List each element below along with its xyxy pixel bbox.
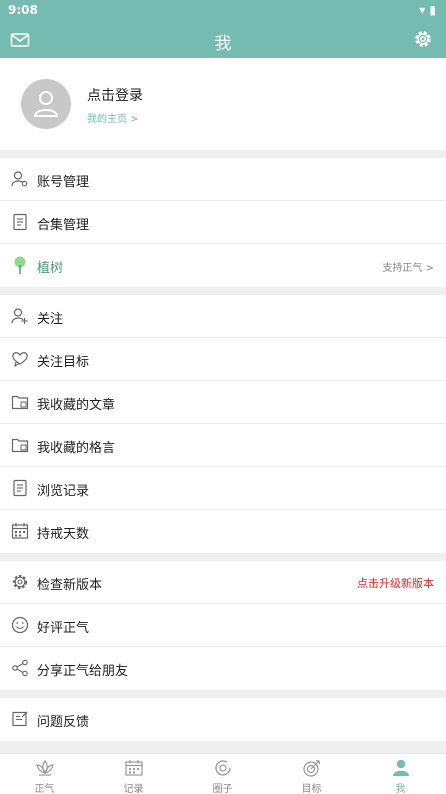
menu-item-label: 我收藏的文章: [37, 398, 116, 413]
menu-item-label: 检查新版本: [37, 578, 103, 593]
menu-item-saved-articles[interactable]: 我收藏的文章: [0, 381, 446, 424]
lotus-icon: [36, 759, 54, 776]
menu-item-label: 关注: [37, 312, 64, 327]
menu-item-share-app[interactable]: 分享正气给朋友: [0, 647, 446, 690]
menu-item-feedback[interactable]: 问题反馈: [0, 698, 446, 741]
account-icon: [11, 171, 28, 187]
menu-item-browse-history[interactable]: 浏览记录: [0, 467, 446, 510]
menu-group-app: 检查新版本 点击升级新版本 好评正气 分享正气给朋友: [0, 561, 446, 690]
target-icon: [303, 759, 321, 777]
avatar[interactable]: [21, 79, 71, 129]
menu-item-label: 账号管理: [37, 175, 90, 190]
gear-icon[interactable]: [412, 28, 434, 50]
menu-item-follow[interactable]: 关注: [0, 295, 446, 338]
menu-group-feedback: 问题反馈: [0, 698, 446, 741]
share-icon: [12, 659, 28, 677]
status-indicators: ▾ ▮: [419, 3, 436, 17]
document-icon: [13, 479, 27, 497]
tab-circle[interactable]: 圈子: [178, 754, 267, 794]
support-link[interactable]: 支持正气 >: [382, 259, 434, 274]
menu-item-label: 关注目标: [37, 355, 90, 370]
tab-label: 记录: [123, 784, 144, 794]
menu-item-label: 我收藏的格言: [37, 441, 116, 456]
menu-group-account: 账号管理 合集管理 植树 支持正气 >: [0, 158, 446, 287]
person-icon: [393, 759, 409, 776]
tab-label: 正气: [34, 784, 55, 794]
menu-item-abstinence-days[interactable]: 持戒天数: [0, 510, 446, 553]
menu-item-label: 好评正气: [37, 621, 90, 636]
menu-item-label: 持戒天数: [37, 527, 90, 542]
menu-item-label: 合集管理: [37, 218, 90, 233]
menu-item-saved-quotes[interactable]: 我收藏的格言: [0, 424, 446, 467]
menu-item-check-update[interactable]: 检查新版本 点击升级新版本: [0, 561, 446, 604]
menu-item-plant-tree[interactable]: 植树 支持正气 >: [0, 244, 446, 287]
status-time: 9:08: [8, 3, 38, 17]
tab-records[interactable]: 记录: [89, 754, 178, 794]
calendar-icon: [125, 760, 143, 776]
smile-icon: [11, 616, 29, 634]
person-icon: [33, 91, 59, 117]
update-link[interactable]: 点击升级新版本: [357, 575, 434, 591]
tab-label: 我: [395, 784, 406, 794]
tab-label: 圈子: [212, 784, 233, 794]
menu-group-follow: 关注 关注目标 我收藏的文章 我收藏的格言 浏览记录 持戒天数: [0, 295, 446, 553]
bottom-tab-bar: 正气 记录 圈子 目标 我: [0, 753, 446, 794]
menu-item-follow-goals[interactable]: 关注目标: [0, 338, 446, 381]
profile-card[interactable]: 点击登录 我的主页 >: [0, 58, 446, 150]
top-header: 我: [0, 22, 446, 58]
calendar-icon: [11, 523, 29, 539]
menu-item-collection-management[interactable]: 合集管理: [0, 201, 446, 244]
feedback-icon: [12, 711, 28, 727]
heart-chat-icon: [12, 352, 28, 368]
tab-zhengqi[interactable]: 正气: [0, 754, 89, 794]
folder-icon: [11, 395, 29, 410]
login-link[interactable]: 点击登录: [87, 85, 143, 105]
menu-item-label: 植树: [37, 261, 64, 276]
status-bar: 9:08 ▾ ▮: [0, 0, 446, 22]
tab-goals[interactable]: 目标: [267, 754, 356, 794]
menu-item-label: 分享正气给朋友: [37, 664, 129, 679]
menu-item-label: 浏览记录: [37, 484, 90, 499]
folder-icon: [11, 438, 29, 453]
tab-me[interactable]: 我: [356, 754, 445, 794]
menu-item-label: 问题反馈: [37, 715, 90, 730]
menu-item-account-management[interactable]: 账号管理: [0, 158, 446, 201]
settings-icon: [13, 575, 27, 589]
tab-label: 目标: [301, 784, 322, 794]
menu-item-rate-app[interactable]: 好评正气: [0, 604, 446, 647]
tree-icon: [14, 256, 26, 274]
follow-icon: [11, 308, 28, 324]
page-title: 我: [214, 34, 232, 54]
circle-icon: [215, 760, 231, 776]
collection-icon: [13, 213, 27, 231]
homepage-link[interactable]: 我的主页 >: [87, 110, 139, 125]
